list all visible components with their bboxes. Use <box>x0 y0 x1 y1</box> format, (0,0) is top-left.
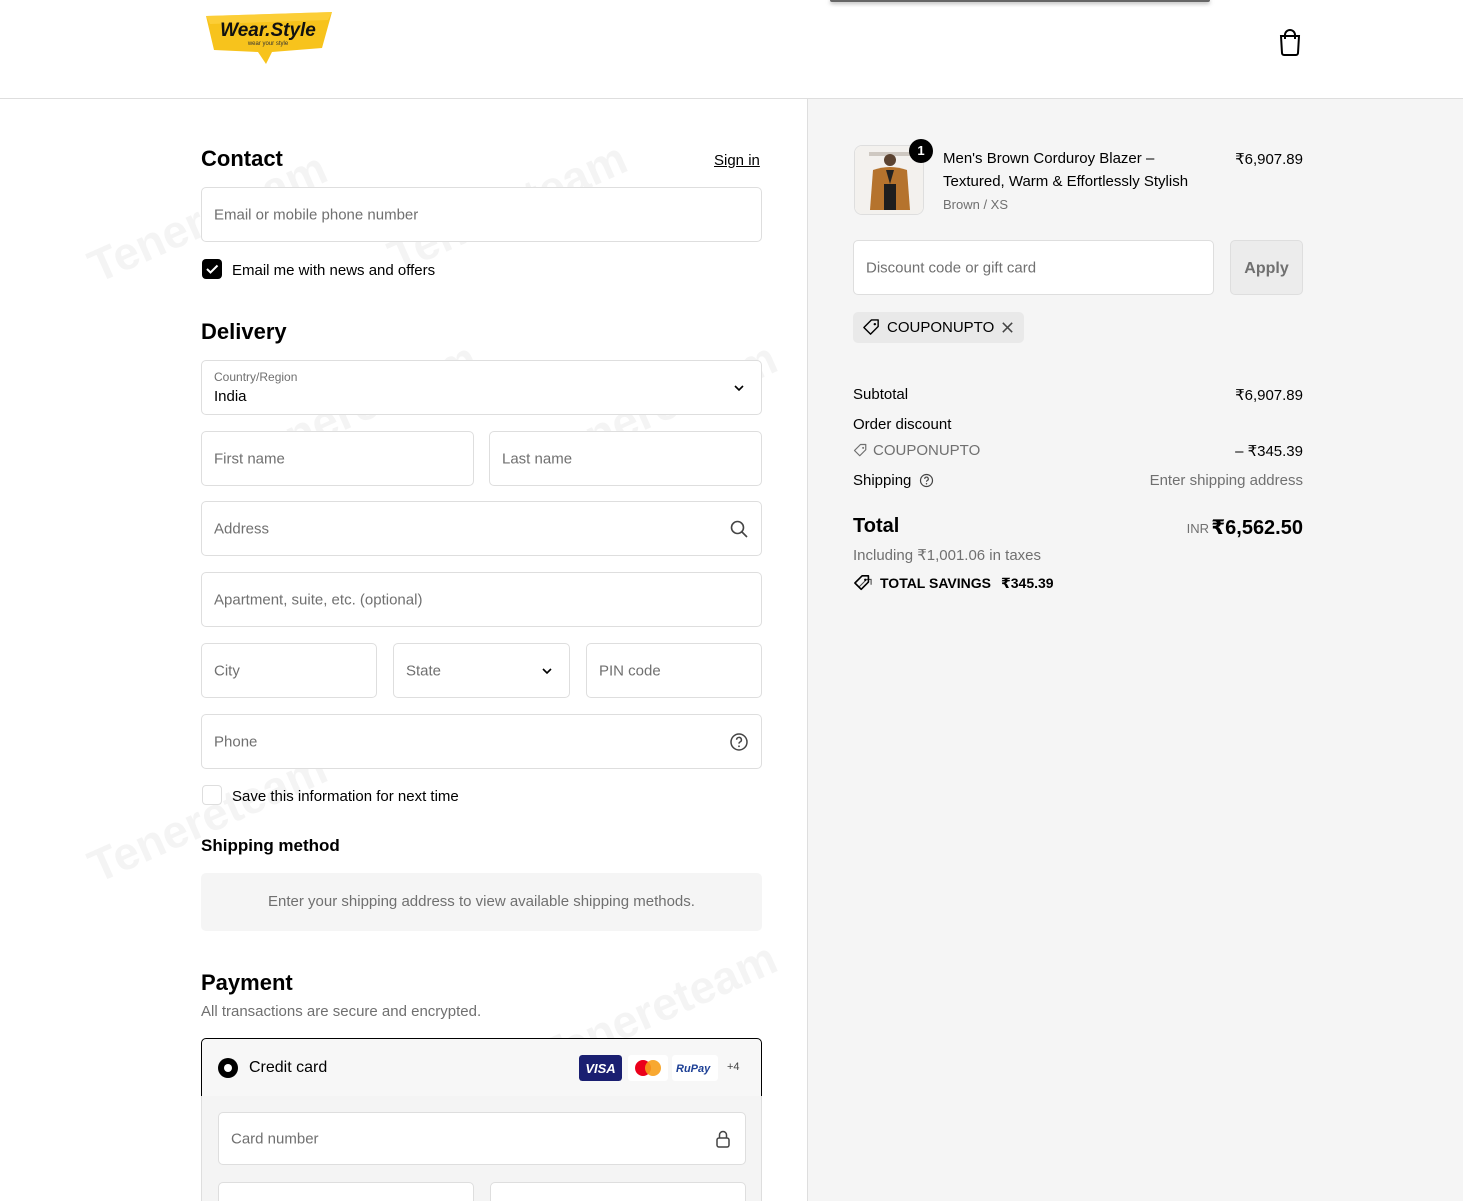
search-icon <box>730 520 748 538</box>
payment-title: Payment <box>201 970 293 995</box>
email-field[interactable]: Email or mobile phone number <box>201 187 762 242</box>
news-checkbox-label: Email me with news and offers <box>232 262 436 279</box>
apartment-field[interactable]: Apartment, suite, etc. (optional) <box>201 572 762 627</box>
apply-discount-button[interactable]: Apply <box>1230 240 1303 295</box>
total-currency: INR <box>1186 521 1209 536</box>
address-placeholder: Address <box>214 520 270 537</box>
address-field[interactable]: Address <box>201 501 762 556</box>
credit-card-radio[interactable] <box>218 1058 238 1078</box>
save-info-label: Save this information for next time <box>232 788 459 805</box>
site-header: Wear.Style wear your style <box>0 0 1463 99</box>
state-select[interactable]: State <box>393 643 570 698</box>
more-cards-count: +4 <box>727 1061 740 1073</box>
applied-coupon-code: COUPONUPTO <box>887 319 995 336</box>
discount-code-field[interactable]: Discount code or gift card <box>853 240 1214 295</box>
credit-card-option[interactable]: Credit card VISA RuPay +4 <box>201 1038 762 1097</box>
tag-icon <box>863 319 879 335</box>
expiry-field[interactable] <box>218 1182 474 1201</box>
pin-code-field[interactable]: PIN code <box>586 643 762 698</box>
chevron-down-icon <box>734 384 744 391</box>
product-name-line2: Textured, Warm & Effortlessly Stylish <box>943 173 1189 190</box>
country-select[interactable]: Country/Region India <box>201 360 762 415</box>
discount-code-placeholder: Discount code or gift card <box>866 259 1037 276</box>
total-label: Total <box>853 515 900 537</box>
wear-style-logo[interactable]: Wear.Style wear your style <box>202 12 336 66</box>
news-checkbox[interactable] <box>202 259 222 279</box>
email-placeholder: Email or mobile phone number <box>214 206 419 223</box>
apartment-placeholder: Apartment, suite, etc. (optional) <box>214 591 423 608</box>
applied-coupon-chip: COUPONUPTO <box>853 312 1024 343</box>
credit-card-label: Credit card <box>249 1059 328 1076</box>
card-number-field[interactable]: Card number <box>218 1112 746 1165</box>
subtotal-value: ₹6,907.89 <box>1235 387 1303 404</box>
city-field[interactable]: City <box>201 643 377 698</box>
country-value: India <box>214 388 247 405</box>
svg-text:VISA: VISA <box>585 1061 615 1076</box>
delivery-title: Delivery <box>201 319 287 344</box>
city-placeholder: City <box>214 662 240 679</box>
first-name-placeholder: First name <box>214 450 285 467</box>
discount-value: – ₹345.39 <box>1235 443 1303 460</box>
card-number-placeholder: Card number <box>231 1130 319 1147</box>
state-placeholder: State <box>406 662 442 679</box>
visa-logo: VISA <box>579 1055 622 1081</box>
order-discount-label: Order discount <box>853 416 952 433</box>
shipping-method-message: Enter your shipping address to view avai… <box>201 873 762 931</box>
tag-icon <box>853 443 867 457</box>
shipping-value: Enter shipping address <box>1149 472 1303 489</box>
mastercard-logo <box>628 1055 668 1081</box>
lock-icon <box>716 1130 730 1148</box>
card-details-panel: Card number <box>201 1096 762 1201</box>
phone-placeholder: Phone <box>214 733 258 750</box>
total-savings-label: TOTAL SAVINGS <box>880 575 991 591</box>
help-circle-icon[interactable] <box>919 473 934 488</box>
product-variant: Brown / XS <box>943 197 1009 212</box>
chevron-down-icon <box>542 667 552 674</box>
shopping-bag-icon[interactable] <box>1277 28 1303 56</box>
subtotal-label: Subtotal <box>853 386 909 403</box>
help-circle-icon[interactable] <box>729 732 749 752</box>
product-price: ₹6,907.89 <box>1235 151 1303 168</box>
discount-code-label: COUPONUPTO <box>873 442 981 459</box>
payment-subtitle: All transactions are secure and encrypte… <box>201 1003 482 1020</box>
check-icon <box>206 264 219 274</box>
shipping-label: Shipping <box>853 472 912 489</box>
country-label: Country/Region <box>214 370 298 384</box>
shipping-method-title: Shipping method <box>201 836 340 855</box>
taxes-note: Including ₹1,001.06 in taxes <box>853 547 1042 564</box>
last-name-placeholder: Last name <box>502 450 573 467</box>
sign-in-link[interactable]: Sign in <box>714 152 760 169</box>
save-info-checkbox[interactable] <box>202 785 222 805</box>
security-code-field[interactable] <box>490 1182 746 1201</box>
remove-coupon-icon[interactable] <box>1000 320 1015 335</box>
pin-code-placeholder: PIN code <box>599 662 661 679</box>
total-value: ₹6,562.50 <box>1211 517 1303 539</box>
first-name-field[interactable]: First name <box>201 431 474 486</box>
savings-tag-icon <box>854 574 872 591</box>
svg-text:RuPay: RuPay <box>676 1063 711 1075</box>
contact-title: Contact <box>201 146 283 171</box>
phone-field[interactable]: Phone <box>201 714 762 769</box>
svg-text:wear your style: wear your style <box>247 41 289 47</box>
last-name-field[interactable]: Last name <box>489 431 762 486</box>
top-bar-shadow <box>830 0 1210 2</box>
rupay-logo: RuPay <box>672 1055 718 1081</box>
svg-text:Wear.Style: Wear.Style <box>220 20 316 41</box>
quantity-badge: 1 <box>909 139 933 163</box>
total-savings-value: ₹345.39 <box>1001 575 1054 591</box>
product-name-line1: Men's Brown Corduroy Blazer – <box>943 150 1155 167</box>
